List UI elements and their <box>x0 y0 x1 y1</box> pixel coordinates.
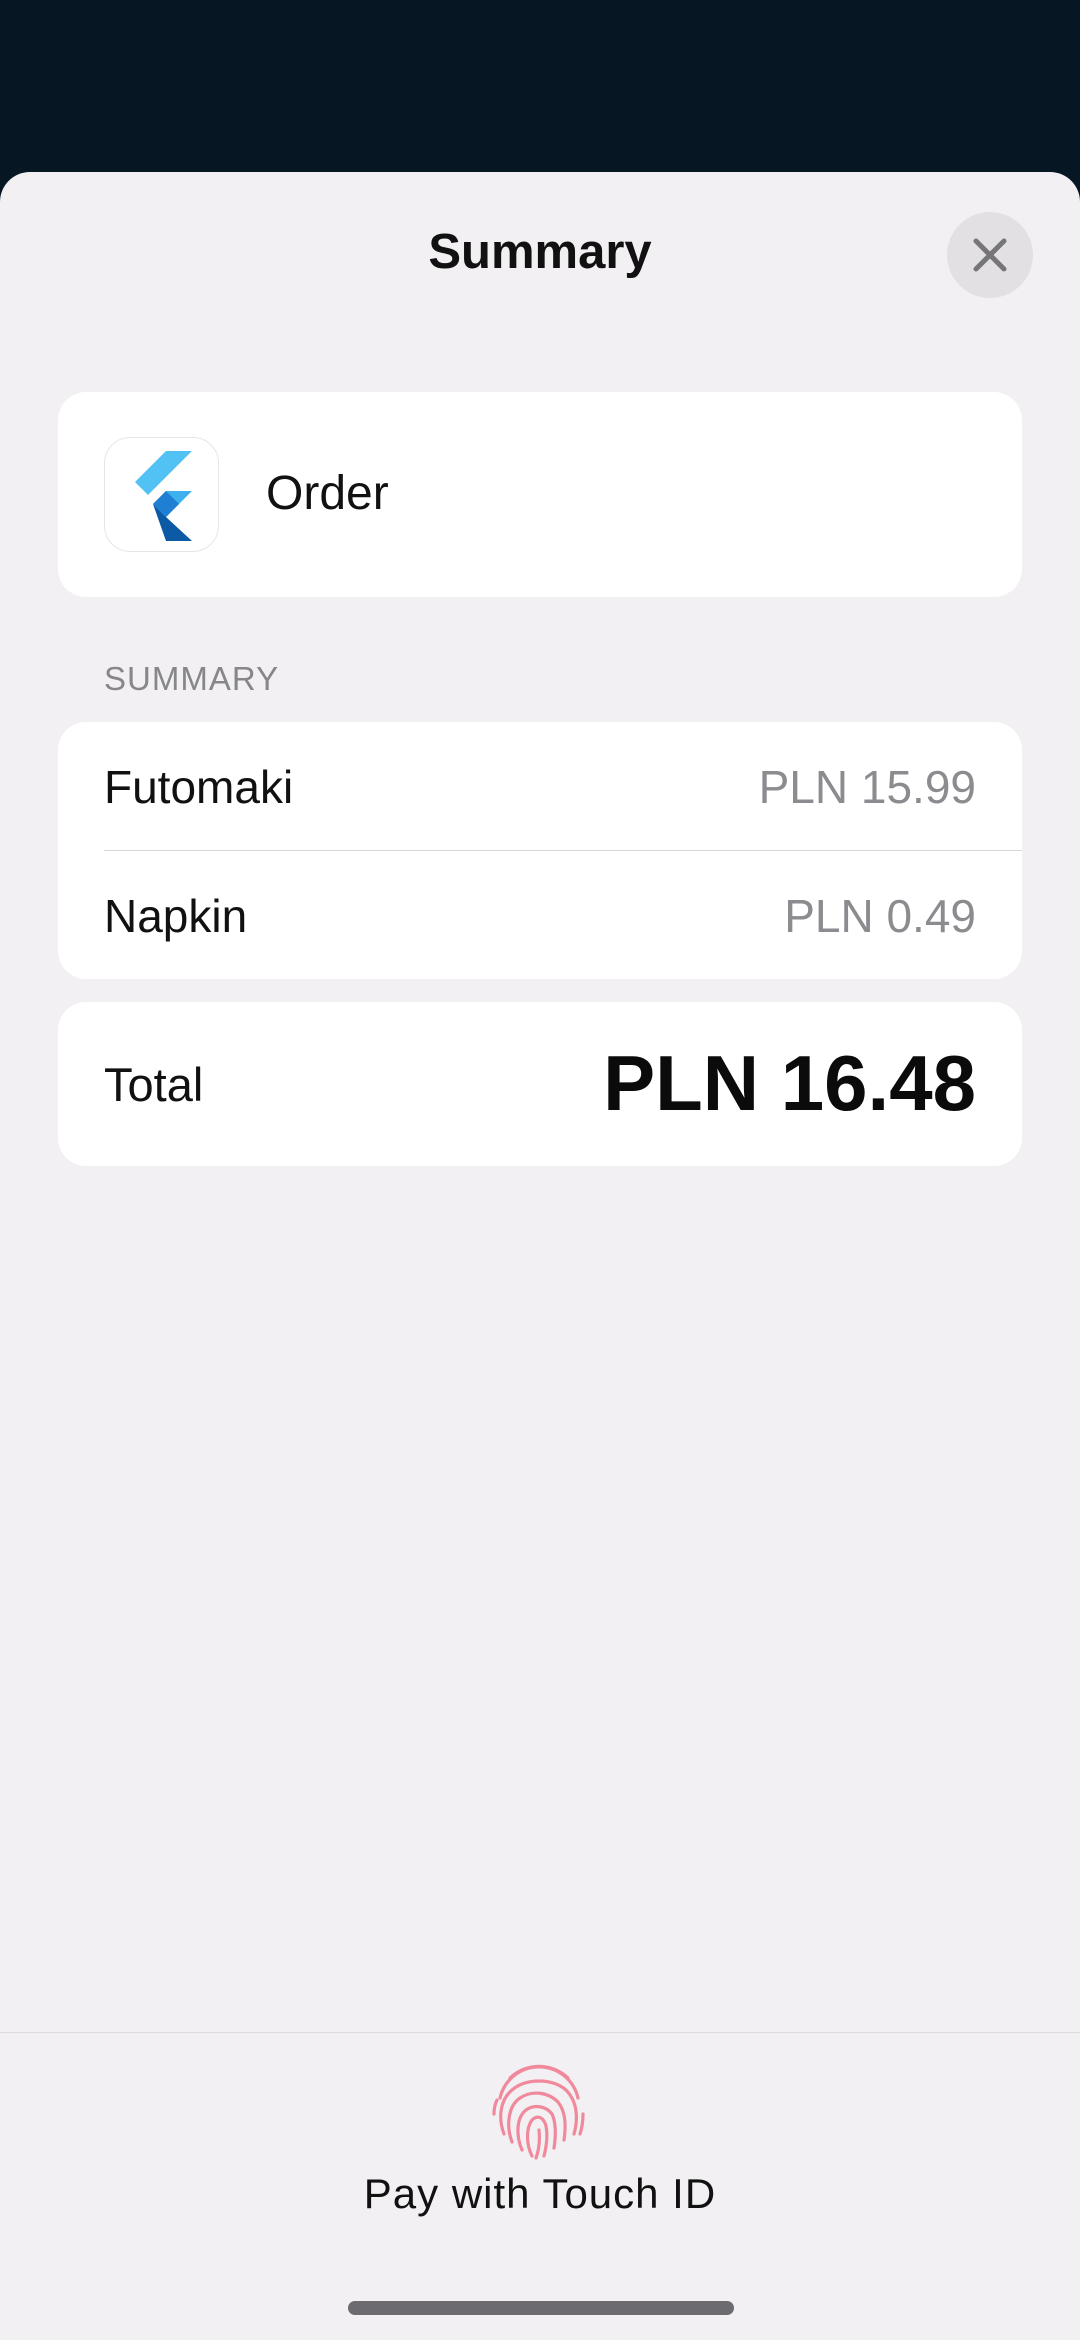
footer-divider <box>0 2032 1080 2033</box>
dimmed-background <box>0 0 1080 180</box>
list-item: Futomaki PLN 15.99 <box>58 722 1022 851</box>
sheet-title: Summary <box>428 225 652 279</box>
item-name: Napkin <box>104 890 248 942</box>
item-name: Futomaki <box>104 761 294 813</box>
order-label: Order <box>266 467 389 520</box>
order-card: Order <box>58 392 1022 597</box>
list-item: Napkin PLN 0.49 <box>58 851 1022 979</box>
item-price: PLN 15.99 <box>758 761 976 813</box>
sheet-header: Summary <box>0 172 1080 334</box>
flutter-logo-icon <box>134 450 192 541</box>
item-price: PLN 0.49 <box>784 890 976 942</box>
total-label: Total <box>104 1058 204 1111</box>
pay-with-touch-id-label[interactable]: Pay with Touch ID <box>0 2170 1080 2218</box>
total-card: Total PLN 16.48 <box>58 1002 1022 1166</box>
home-indicator[interactable] <box>348 2301 734 2315</box>
total-value: PLN 16.48 <box>603 1039 976 1127</box>
close-button[interactable] <box>947 212 1033 298</box>
fingerprint-icon[interactable] <box>486 2056 592 2162</box>
summary-section-heading: SUMMARY <box>104 660 280 697</box>
summary-items-card: Futomaki PLN 15.99 Napkin PLN 0.49 <box>58 722 1022 979</box>
close-icon <box>973 238 1007 272</box>
payment-sheet: Summary Order SUMMARY Futomaki PLN 15.99 <box>0 172 1080 2340</box>
app-icon <box>104 437 219 552</box>
